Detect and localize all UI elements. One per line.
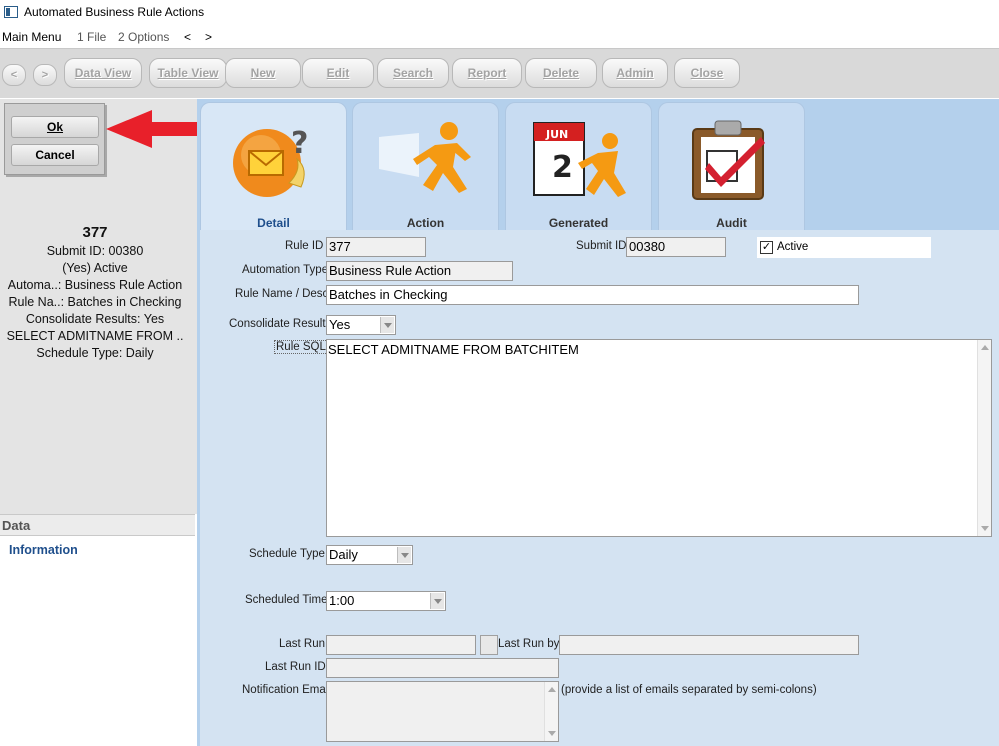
clipboard-check-icon [692,120,765,200]
cancel-button[interactable]: Cancel [11,144,99,166]
record-summary: 377 Submit ID: 00380 (Yes) Active Automa… [0,223,190,362]
window-title: Automated Business Rule Actions [24,5,205,19]
document-icon[interactable] [480,635,498,655]
admin-button[interactable]: Admin [602,58,668,88]
calendar-runner-icon: JUN 2 [533,122,626,197]
notification-email-hint: (provide a list of emails separated by s… [561,684,817,696]
last-run-label: Last Run [279,638,326,650]
calendar-day: 2 [552,150,573,185]
svg-text:?: ? [291,126,308,161]
chevron-down-icon[interactable] [430,593,444,609]
active-checkbox[interactable]: ✓ [760,241,773,254]
forward-button[interactable]: > [33,64,57,86]
tab-action[interactable]: Action [352,102,499,230]
menu-main[interactable]: Main Menu [2,30,61,44]
menu-forward[interactable]: > [205,30,212,44]
rule-id-field[interactable]: 377 [326,237,426,257]
email-help-icon: ? [233,126,308,197]
active-label: Active [777,241,809,253]
rule-name-label: Rule Name / Desc [235,288,329,300]
menu-back[interactable]: < [184,30,191,44]
menu-options[interactable]: 2 Options [118,30,169,44]
scheduled-time-label: Scheduled Time [245,594,328,606]
table-view-button[interactable]: Table View [149,58,227,88]
red-arrow-icon [106,110,198,148]
notification-email-label: Notification Email(s [242,684,326,696]
consolidate-results-value: Yes [329,317,351,332]
active-checkbox-container: ✓ Active [757,237,931,258]
information-link[interactable]: Information [9,543,78,557]
schedule-type-select[interactable]: Daily [326,545,413,565]
tab-generated[interactable]: JUN 2 Generated [505,102,652,230]
rule-id-label: Rule ID [285,240,324,252]
notification-email-textarea[interactable] [326,681,559,742]
summary-automation: Automa..: Business Rule Action [7,278,183,292]
tab-audit[interactable]: Audit [658,102,805,230]
app-window-icon [4,6,18,18]
menu-bar: Main Menu 1 File 2 Options < > [0,28,999,46]
title-bar: Automated Business Rule Actions [0,0,999,26]
edit-button[interactable]: Edit [302,58,374,88]
automation-type-field[interactable]: Business Rule Action [326,261,513,281]
report-button[interactable]: Report [452,58,522,88]
sql-scrollbar[interactable] [977,340,991,536]
tab-generated-label: Generated [548,216,609,230]
menu-file[interactable]: 1 File [77,30,106,44]
scheduled-time-value: 1:00 [329,593,355,608]
summary-sql: SELECT ADMITNAME FROM .. [6,329,184,343]
data-view-button[interactable]: Data View [64,58,142,88]
summary-rule-id: 377 [82,224,108,241]
calendar-month: JUN [545,128,568,141]
last-run-field[interactable] [326,635,476,655]
submit-id-field[interactable]: 00380 [626,237,726,257]
automation-type-label: Automation Type [242,264,329,276]
data-section-header: Data [0,514,195,536]
new-button[interactable]: New [225,58,301,88]
tab-audit-label: Audit [716,216,747,230]
last-run-by-label: Last Run by [498,638,560,650]
consolidate-results-select[interactable]: Yes [326,315,396,335]
tab-action-label: Action [406,216,445,230]
toolbar: < > Data View Table View New Edit Search… [0,48,999,98]
search-button[interactable]: Search [377,58,449,88]
last-run-id-label: Last Run ID [265,661,326,673]
tab-detail[interactable]: ? Detail [200,102,347,230]
chevron-down-icon[interactable] [380,317,394,333]
left-pane: Ok Cancel 377 Submit ID: 00380 (Yes) Act… [0,99,197,746]
schedule-type-label: Schedule Type [249,548,325,560]
chevron-down-icon[interactable] [397,547,411,563]
close-button[interactable]: Close [674,58,740,88]
running-man-icon [379,122,471,193]
scheduled-time-select[interactable]: 1:00 [326,591,446,611]
rule-sql-label-text: Rule SQL [274,340,328,354]
last-run-id-field[interactable] [326,658,559,678]
tab-detail-label: Detail [257,216,290,230]
summary-active: (Yes) Active [62,261,128,275]
back-button[interactable]: < [2,64,26,86]
last-run-by-field[interactable] [559,635,859,655]
ok-button[interactable]: Ok [11,116,99,138]
delete-button[interactable]: Delete [525,58,597,88]
summary-submit-id: Submit ID: 00380 [46,244,144,258]
consolidate-results-label: Consolidate Results [229,318,332,330]
rule-name-field[interactable]: Batches in Checking [326,285,859,305]
summary-rule-name: Rule Na..: Batches in Checking [8,295,182,309]
rule-sql-label: Rule SQL [274,340,328,354]
submit-id-label: Submit ID [576,240,627,252]
schedule-type-value: Daily [329,547,358,562]
notification-scrollbar[interactable] [544,682,558,741]
ok-cancel-panel: Ok Cancel [4,103,105,175]
rule-sql-textarea[interactable]: SELECT ADMITNAME FROM BATCHITEM [326,339,992,537]
rule-sql-text: SELECT ADMITNAME FROM BATCHITEM [328,342,579,357]
summary-consolidate: Consolidate Results: Yes [25,312,165,326]
summary-schedule: Schedule Type: Daily [36,346,154,360]
